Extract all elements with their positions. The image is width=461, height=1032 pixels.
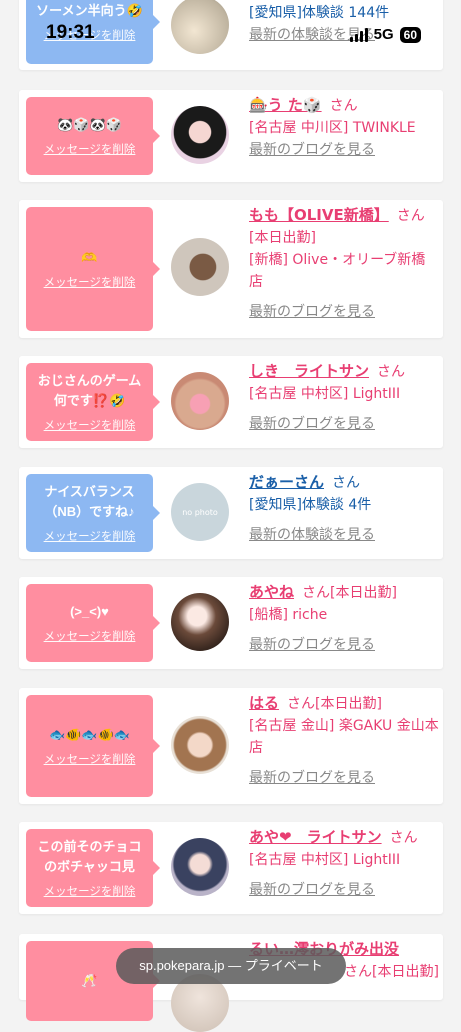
message-text: 🥂 [81, 973, 98, 988]
honorific: さん [329, 98, 358, 114]
battery-icon: 60 [399, 26, 421, 43]
message-bubble: (>_<)♥ メッセージを削除 [26, 584, 160, 662]
message-text: この前そのチョコのボチャッコ見 [37, 839, 142, 874]
url-text: sp.pokepara.jp [139, 958, 225, 973]
profile-name-link[interactable]: だぁーさん [249, 473, 324, 491]
list-item: おじさんのゲーム何です⁉️🤣 メッセージを削除 しき ライトサン さん [名古屋 … [19, 356, 443, 448]
honorific: さん[本日出勤] [287, 696, 382, 712]
delete-message-link[interactable]: メッセージを削除 [44, 751, 136, 767]
avatar[interactable] [171, 838, 229, 896]
profile-name-link[interactable]: あやね [249, 583, 294, 601]
list-item: 🐼🎲🐼🎲 メッセージを削除 🎰う た🎲 さん [名古屋 中川区] TWINKLE … [19, 90, 443, 182]
profile-name-link[interactable]: もも【OLIVE新橋】 [249, 206, 389, 224]
profile-detail: [新橋] Olive・オリーブ新橋店 [249, 252, 426, 290]
latest-link[interactable]: 最新の体験談を見る [249, 524, 439, 546]
status-bar: 19:31 5G 60 [0, 0, 461, 58]
latest-link[interactable]: 最新のブログを見る [249, 413, 439, 435]
status-indicators: 5G 60 [349, 26, 421, 43]
avatar[interactable]: no photo [171, 483, 229, 541]
message-text: 🫶 [81, 250, 98, 265]
delete-message-link[interactable]: メッセージを削除 [44, 883, 136, 899]
message-text: おじさんのゲーム何です⁉️🤣 [37, 373, 142, 408]
profile-detail: [名古屋 中川区] TWINKLE [249, 120, 416, 136]
delete-message-link[interactable]: メッセージを削除 [44, 528, 136, 544]
browsing-mode: — プライベート [228, 958, 323, 973]
honorific: さん[本日出勤] [302, 585, 397, 601]
avatar[interactable] [171, 238, 229, 296]
message-text: (>_<)♥ [70, 604, 109, 619]
latest-link[interactable]: 最新のブログを見る [249, 139, 439, 161]
honorific: さん [389, 830, 418, 846]
status-time: 19:31 [46, 22, 95, 43]
cell-signal-icon [349, 27, 368, 42]
delete-message-link[interactable]: メッセージを削除 [44, 274, 136, 290]
avatar[interactable] [171, 372, 229, 430]
message-bubble: この前そのチョコのボチャッコ見 メッセージを削除 [26, 829, 160, 907]
profile-detail: [船橋] riche [249, 607, 328, 623]
honorific: さん[本日出勤] [344, 964, 439, 980]
message-bubble: 🐼🎲🐼🎲 メッセージを削除 [26, 97, 160, 175]
honorific: さん [377, 364, 406, 380]
latest-link[interactable]: 最新のブログを見る [249, 767, 439, 789]
profile-detail: [名古屋 中村区] LightIII [249, 852, 401, 868]
avatar[interactable] [171, 106, 229, 164]
list-item: この前そのチョコのボチャッコ見 メッセージを削除 あや❤︎ ライトサン さん [名… [19, 822, 443, 914]
message-bubble: おじさんのゲーム何です⁉️🤣 メッセージを削除 [26, 363, 160, 441]
message-bubble: 🫶 メッセージを削除 [26, 207, 160, 331]
network-type: 5G [373, 26, 394, 43]
profile-detail: [名古屋 中村区] LightIII [249, 386, 401, 402]
latest-link[interactable]: 最新のブログを見る [249, 879, 439, 901]
honorific: さん [396, 208, 425, 224]
profile-detail: [本日出勤] [249, 230, 316, 246]
list-item: ナイスバランス（NB）ですね♪ メッセージを削除 no photo だぁーさんさ… [19, 467, 443, 559]
message-text: ナイスバランス（NB）ですね♪ [44, 484, 135, 519]
list-item: (>_<)♥ メッセージを削除 あやね さん[本日出勤] [船橋] riche 最… [19, 577, 443, 669]
list-item: 🫶 メッセージを削除 もも【OLIVE新橋】 さん [本日出勤] [新橋] Oli… [19, 200, 443, 338]
profile-name-link[interactable]: 🎰う た🎲 [249, 96, 322, 114]
message-bubble: 🐟🐠🐟🐠🐟 メッセージを削除 [26, 695, 160, 797]
profile-name-link[interactable]: あや❤︎ ライトサン [249, 828, 382, 846]
delete-message-link[interactable]: メッセージを削除 [44, 141, 136, 157]
no-photo-label: no photo [182, 507, 218, 517]
honorific: さん [332, 475, 361, 491]
profile-name-link[interactable]: しき ライトサン [249, 362, 369, 380]
message-bubble: ナイスバランス（NB）ですね♪ メッセージを削除 [26, 474, 160, 552]
delete-message-link[interactable]: メッセージを削除 [44, 628, 136, 644]
avatar[interactable] [171, 593, 229, 651]
profile-detail: [愛知県]体験談 4件 [249, 497, 372, 513]
latest-link[interactable]: 最新のブログを見る [249, 634, 439, 656]
list-item: 🐟🐠🐟🐠🐟 メッセージを削除 はる さん[本日出勤] [名古屋 金山] 楽GAKU… [19, 688, 443, 804]
browser-url-bar[interactable]: sp.pokepara.jp — プライベート [116, 948, 346, 984]
profile-detail: [名古屋 金山] 楽GAKU 金山本店 [249, 718, 439, 756]
delete-message-link[interactable]: メッセージを削除 [44, 417, 136, 433]
message-text: 🐼🎲🐼🎲 [57, 117, 122, 132]
latest-link[interactable]: 最新のブログを見る [249, 301, 439, 323]
profile-name-link[interactable]: はる [249, 694, 279, 712]
message-text: 🐟🐠🐟🐠🐟 [49, 727, 130, 742]
avatar[interactable] [171, 716, 229, 774]
